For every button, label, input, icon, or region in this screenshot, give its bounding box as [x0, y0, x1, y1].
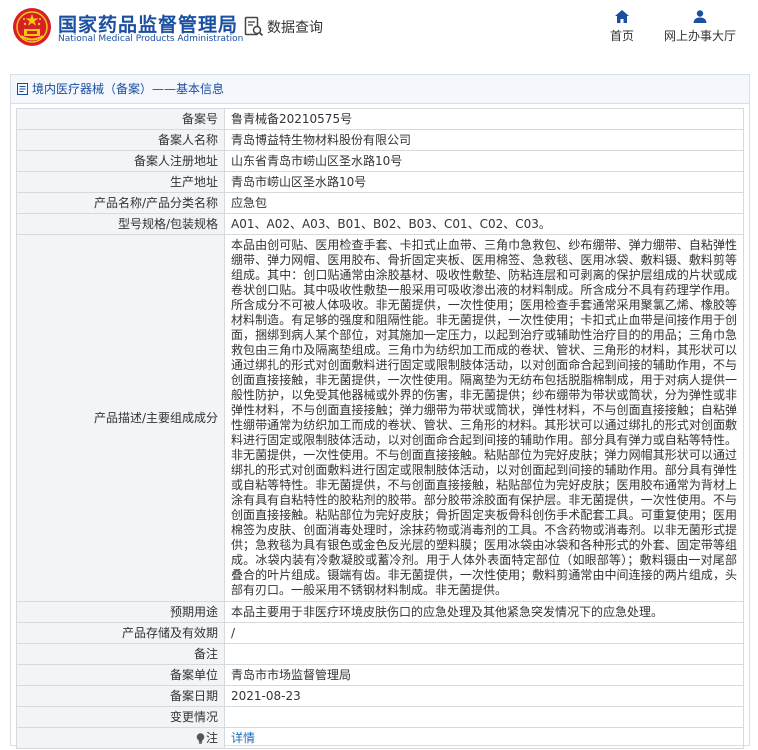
field-label-note: 注	[16, 727, 225, 749]
field-value-changes	[224, 706, 744, 728]
field-value-storage-validity: /	[224, 622, 744, 644]
nav-online-office[interactable]: 网上办事大厅	[655, 10, 745, 44]
nav-office-label: 网上办事大厅	[663, 29, 736, 43]
nav-home[interactable]: 首页	[605, 10, 639, 44]
field-value-intended-use: 本品主要用于非医疗环境皮肤伤口的应急处理及其他紧急突发情况下的应急处理。	[224, 601, 744, 623]
table-row: 备案日期 2021-08-23	[16, 685, 744, 707]
home-icon	[615, 10, 629, 23]
field-label-filing-number: 备案号	[16, 108, 225, 130]
table-row: 产品存储及有效期 /	[16, 622, 744, 644]
table-row: 产品描述/主要组成成分 本品由创可贴、医用检查手套、卡扣式止血带、三角巾急救包、…	[16, 234, 744, 602]
field-value-production-address: 青岛市崂山区圣水路10号	[224, 171, 744, 193]
document-icon	[17, 83, 28, 95]
field-label-filing-date: 备案日期	[16, 685, 225, 707]
field-value-description: 本品由创可贴、医用检查手套、卡扣式止血带、三角巾急救包、纱布绷带、弹力绷带、自粘…	[224, 234, 744, 602]
basic-info-panel: 境内医疗器械（备案）——基本信息 备案号 鲁青械备20210575号 备案人名称…	[10, 74, 750, 749]
field-label-note-text: 注	[205, 730, 218, 745]
search-document-icon	[244, 16, 264, 37]
table-row: 备注	[16, 643, 744, 665]
field-label-registered-address: 备案人注册地址	[16, 150, 225, 172]
table-row: 注 详情	[16, 727, 744, 749]
field-label-model-spec: 型号规格/包装规格	[16, 213, 225, 235]
field-value-filing-date: 2021-08-23	[224, 685, 744, 707]
data-search-link[interactable]: 数据查询	[244, 15, 323, 39]
user-icon	[693, 10, 707, 23]
panel-title: 境内医疗器械（备案）——基本信息	[11, 75, 749, 104]
field-label-filer-name: 备案人名称	[16, 129, 225, 151]
emblem-icon	[13, 8, 51, 46]
field-label-production-address: 生产地址	[16, 171, 225, 193]
table-row: 变更情况	[16, 706, 744, 728]
lightbulb-icon	[196, 732, 205, 744]
table-row: 型号规格/包装规格 A01、A02、A03、B01、B02、B03、C01、C0…	[16, 213, 744, 235]
field-label-description: 产品描述/主要组成成分	[16, 234, 225, 602]
data-search-label: 数据查询	[267, 20, 323, 36]
field-value-registered-address: 山东省青岛市崂山区圣水路10号	[224, 150, 744, 172]
field-label-intended-use: 预期用途	[16, 601, 225, 623]
table-row: 预期用途 本品主要用于非医疗环境皮肤伤口的应急处理及其他紧急突发情况下的应急处理…	[16, 601, 744, 623]
basic-info-table: 备案号 鲁青械备20210575号 备案人名称 青岛博益特生物材料股份有限公司 …	[16, 108, 744, 749]
panel-title-text: 境内医疗器械（备案）——基本信息	[32, 82, 225, 96]
field-value-filing-authority: 青岛市市场监督管理局	[224, 664, 744, 686]
table-row: 备案号 鲁青械备20210575号	[16, 108, 744, 130]
field-label-storage-validity: 产品存储及有效期	[16, 622, 225, 644]
field-label-changes: 变更情况	[16, 706, 225, 728]
table-row: 产品名称/产品分类名称 应急包	[16, 192, 744, 214]
field-label-product-name: 产品名称/产品分类名称	[16, 192, 225, 214]
site-header: 国家药品监督管理局 National Medical Products Admi…	[0, 0, 758, 56]
field-label-remarks: 备注	[16, 643, 225, 665]
table-row: 生产地址 青岛市崂山区圣水路10号	[16, 171, 744, 193]
brand-name-cn: 国家药品监督管理局	[58, 14, 239, 36]
field-value-note: 详情	[224, 727, 744, 749]
table-row: 备案单位 青岛市市场监督管理局	[16, 664, 744, 686]
field-value-filer-name: 青岛博益特生物材料股份有限公司	[224, 129, 744, 151]
nav-home-label: 首页	[609, 29, 634, 43]
details-link[interactable]: 详情	[231, 731, 255, 745]
field-label-filing-authority: 备案单位	[16, 664, 225, 686]
brand-name-en: National Medical Products Administration	[58, 34, 244, 44]
field-value-model-spec: A01、A02、A03、B01、B02、B03、C01、C02、C03。	[224, 213, 744, 235]
field-value-remarks	[224, 643, 744, 665]
table-row: 备案人注册地址 山东省青岛市崂山区圣水路10号	[16, 150, 744, 172]
table-row: 备案人名称 青岛博益特生物材料股份有限公司	[16, 129, 744, 151]
field-value-product-name: 应急包	[224, 192, 744, 214]
field-value-filing-number: 鲁青械备20210575号	[224, 108, 744, 130]
